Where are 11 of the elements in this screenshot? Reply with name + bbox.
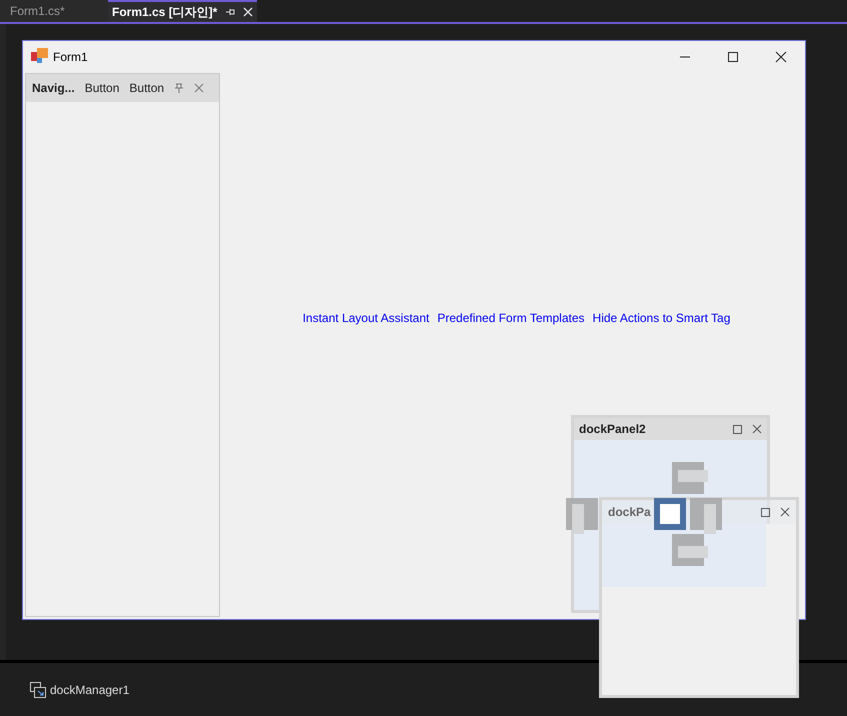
panel-title: dockPa	[608, 504, 651, 521]
panel-title: Navig...	[32, 80, 75, 97]
header-button[interactable]: Button	[129, 79, 164, 97]
action-link[interactable]: Predefined Form Templates	[437, 309, 585, 327]
action-link[interactable]: Hide Actions to Smart Tag	[592, 309, 730, 327]
header-button[interactable]: Button	[84, 79, 120, 97]
action-link[interactable]: Instant Layout Assistant	[302, 309, 430, 327]
panel-title: dockPanel2	[579, 421, 646, 438]
component-label[interactable]: dockManager1	[50, 680, 130, 698]
document-tab[interactable]: Form1.cs*	[0, 0, 108, 22]
window-title: Form1	[53, 49, 88, 66]
